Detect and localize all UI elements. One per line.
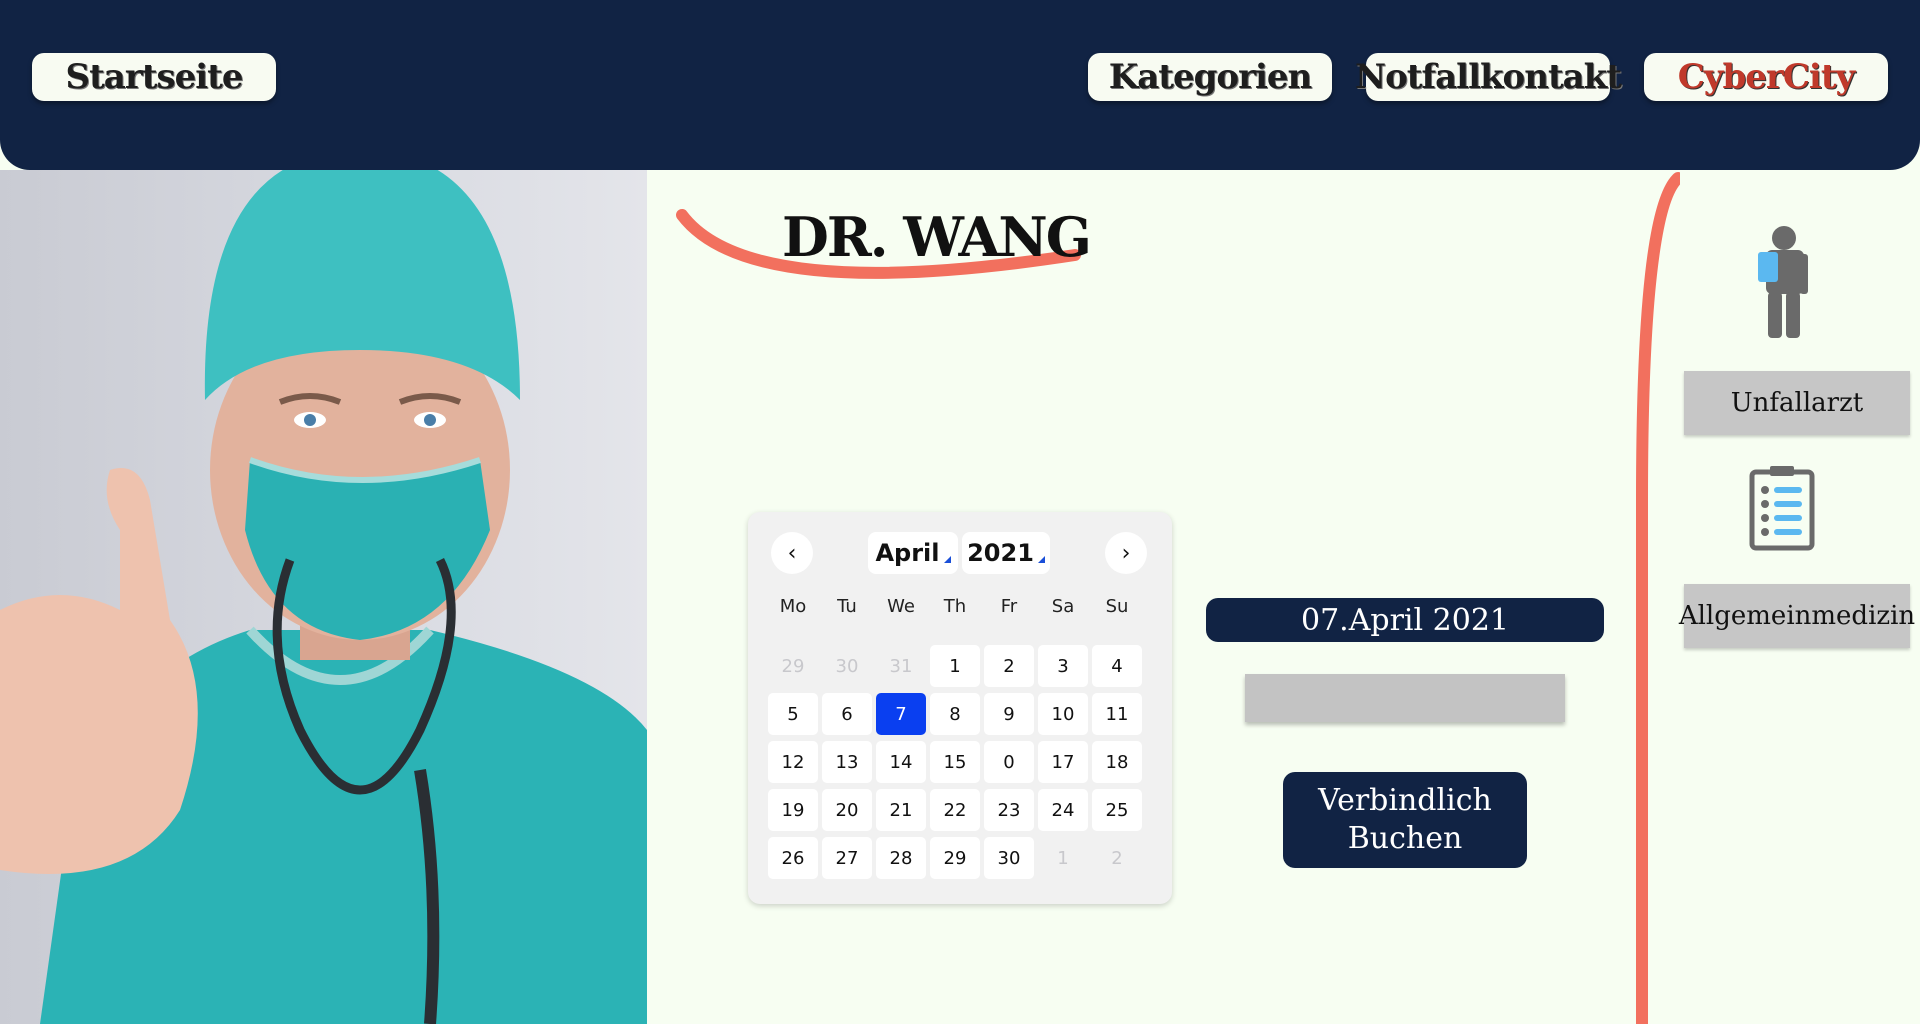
calendar-day[interactable]: 0 <box>984 741 1034 783</box>
calendar-day: 30 <box>835 655 859 677</box>
doctor-name: DR. WANG <box>782 205 1092 269</box>
doctor-heading: DR. WANG <box>660 195 1120 305</box>
calendar-day[interactable]: 18 <box>1092 741 1142 783</box>
calendar-day[interactable]: 20 <box>822 789 872 831</box>
injured-person-icon <box>1758 226 1808 338</box>
sidebar-item-allgemeinmedizin[interactable]: Allgemeinmedizin <box>1679 584 1915 648</box>
brand-button[interactable]: CyberCity <box>1644 53 1888 101</box>
calendar-day[interactable]: 14 <box>876 741 926 783</box>
dropdown-triangle-icon <box>943 555 951 563</box>
calendar-day[interactable]: 28 <box>876 837 926 879</box>
chevron-left-icon: ‹ <box>787 540 797 566</box>
calendar-day[interactable]: 24 <box>1038 789 1088 831</box>
vertical-divider <box>1636 172 1680 1024</box>
date-picker-calendar: ‹ April 2021 › Mo Tu We Th Fr Sa Su 29 30 31 1 2 3 4… <box>748 512 1172 904</box>
previous-month-button[interactable]: ‹ <box>771 532 813 574</box>
calendar-day[interactable]: 12 <box>768 741 818 783</box>
calendar-day[interactable]: 25 <box>1092 789 1142 831</box>
calendar-day[interactable]: 21 <box>876 789 926 831</box>
book-appointment-button[interactable]: Verbindlich Buchen <box>1283 772 1527 868</box>
calendar-day[interactable]: 22 <box>930 789 980 831</box>
chevron-right-icon: › <box>1121 540 1131 566</box>
weekday-label: Mo <box>779 596 807 617</box>
calendar-day[interactable]: 15 <box>930 741 980 783</box>
calendar-day[interactable]: 13 <box>822 741 872 783</box>
sidebar-item-unfallarzt[interactable]: Unfallarzt <box>1684 371 1910 435</box>
dropdown-triangle-icon <box>1037 555 1045 563</box>
calendar-day[interactable]: 3 <box>1038 645 1088 687</box>
calendar-day[interactable]: 4 <box>1092 645 1142 687</box>
calendar-day[interactable]: 7 <box>876 693 926 735</box>
calendar-day[interactable]: 5 <box>768 693 818 735</box>
calendar-day: 29 <box>781 655 805 677</box>
weekday-label: Tu <box>837 596 857 617</box>
emergency-contact-button[interactable]: Notfallkontakt <box>1355 53 1622 101</box>
calendar-day[interactable]: 29 <box>930 837 980 879</box>
calendar-day[interactable]: 1 <box>930 645 980 687</box>
calendar-day[interactable]: 2 <box>984 645 1034 687</box>
calendar-day: 31 <box>889 655 913 677</box>
calendar-day[interactable]: 11 <box>1092 693 1142 735</box>
weekday-label: Fr <box>1000 596 1018 617</box>
next-month-button[interactable]: › <box>1105 532 1147 574</box>
calendar-day: 1 <box>1057 847 1069 869</box>
weekday-label: Sa <box>1051 596 1075 617</box>
selected-date-display: 07.April 2021 <box>1206 598 1604 642</box>
calendar-day[interactable]: 30 <box>984 837 1034 879</box>
calendar-day[interactable]: 6 <box>822 693 872 735</box>
calendar-day[interactable]: 27 <box>822 837 872 879</box>
top-navigation-bar: Startseite Kategorien Notfallkontakt Cyb… <box>0 0 1920 170</box>
calendar-day[interactable]: 26 <box>768 837 818 879</box>
calendar-day[interactable]: 17 <box>1038 741 1088 783</box>
doctor-photo <box>0 170 647 1024</box>
month-select[interactable]: April <box>868 532 958 574</box>
calendar-day[interactable]: 8 <box>930 693 980 735</box>
weekday-label: Th <box>943 596 967 617</box>
weekday-label: We <box>887 596 915 617</box>
year-value: 2021 <box>967 539 1034 567</box>
calendar-day: 2 <box>1111 847 1123 869</box>
weekday-label: Su <box>1105 596 1129 617</box>
calendar-day[interactable]: 9 <box>984 693 1034 735</box>
home-button[interactable]: Startseite <box>32 53 276 101</box>
categories-button[interactable]: Kategorien <box>1088 53 1332 101</box>
clipboard-list-icon <box>1749 466 1815 551</box>
year-select[interactable]: 2021 <box>962 532 1050 574</box>
month-value: April <box>875 539 940 567</box>
calendar-day[interactable]: 23 <box>984 789 1034 831</box>
time-slot-field[interactable] <box>1245 674 1565 722</box>
calendar-day[interactable]: 19 <box>768 789 818 831</box>
calendar-day[interactable]: 10 <box>1038 693 1088 735</box>
